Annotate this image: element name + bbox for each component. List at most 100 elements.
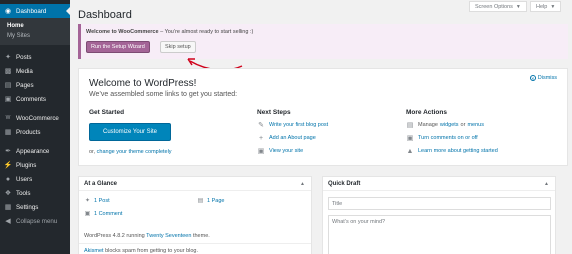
more-action-label: Turn comments on or off	[418, 135, 478, 141]
screen-options-button[interactable]: Screen Options ▼	[469, 1, 527, 12]
plugins-icon: ⚡	[3, 162, 13, 169]
akismet-note: Akismet blocks spam from getting to your…	[84, 248, 198, 254]
page-title: Dashboard	[78, 9, 132, 21]
draft-title-input[interactable]: Title	[328, 197, 551, 210]
next-step-item[interactable]: ▣ View your site	[257, 147, 303, 155]
widgets-link[interactable]: widgets	[440, 122, 459, 128]
sidebar-item-label: Settings	[16, 203, 39, 211]
glance-posts[interactable]: ✦ 1 Post	[84, 197, 110, 205]
or-prefix: or,	[89, 149, 97, 155]
panel-title: At a Glance	[84, 180, 118, 187]
help-label: Help	[536, 3, 548, 10]
sidebar-item-label: WooCommerce	[16, 114, 59, 122]
sidebar-item-pages[interactable]: ▤ Pages	[0, 78, 70, 92]
customize-your-site-button[interactable]: Customize Your Site	[89, 123, 171, 141]
sidebar-item-label: Tools	[16, 189, 31, 197]
pin-icon: ✦	[84, 198, 91, 204]
sidebar-item-media[interactable]: ▩ Media	[0, 64, 70, 78]
widgets-menus-icon: ▤	[406, 122, 414, 129]
change-theme-line: or, change your theme completely	[89, 149, 172, 155]
at-a-glance-header[interactable]: At a Glance ▲	[79, 177, 311, 191]
version-prefix: WordPress 4.8.2 running	[84, 233, 147, 239]
screen-options-label: Screen Options	[475, 3, 513, 10]
sidebar-item-appearance[interactable]: ✒ Appearance	[0, 144, 70, 158]
more-action-item[interactable]: ▣ Turn comments on or off	[406, 134, 478, 142]
version-suffix: theme.	[191, 233, 210, 239]
collapse-toggle-icon[interactable]: ▲	[544, 181, 549, 187]
glance-label: 1 Post	[94, 197, 110, 204]
glance-pages[interactable]: ▤ 1 Page	[197, 197, 225, 205]
skip-setup-button[interactable]: Skip setup	[160, 41, 196, 53]
akismet-text: blocks spam from getting to your blog.	[103, 248, 199, 254]
glance-comments[interactable]: ▣ 1 Comment	[84, 210, 123, 218]
change-theme-link[interactable]: change your theme completely	[97, 149, 172, 155]
appearance-icon: ✒	[5, 148, 11, 155]
sidebar-item-label: Pages	[16, 81, 34, 89]
pages-icon: ▤	[4, 82, 12, 89]
main-content: Screen Options ▼ Help ▼ Dashboard Welcom…	[70, 0, 572, 254]
wordpress-version: WordPress 4.8.2 running Twenty Seventeen…	[84, 233, 210, 239]
quick-draft-header[interactable]: Quick Draft ▲	[323, 177, 555, 191]
admin-sidebar: ◉ Dashboard Home My Sites ✦ Posts ▩ Medi…	[0, 0, 70, 254]
akismet-link[interactable]: Akismet	[84, 248, 104, 254]
help-button[interactable]: Help ▼	[530, 1, 562, 12]
sidebar-item-woocommerce[interactable]: W WooCommerce	[0, 111, 70, 125]
comments-icon: ▣	[4, 96, 12, 103]
at-a-glance-panel: At a Glance ▲ ✦ 1 Post ▤ 1 Page ▣ 1 Comm…	[78, 176, 312, 254]
woocommerce-icon: W	[5, 115, 11, 121]
sidebar-item-posts[interactable]: ✦ Posts	[0, 50, 70, 64]
sidebar-item-plugins[interactable]: ⚡ Plugins	[0, 158, 70, 172]
next-steps-heading: Next Steps	[257, 109, 291, 116]
media-icon: ▩	[4, 68, 12, 75]
sidebar-item-products[interactable]: ▦ Products	[0, 125, 70, 139]
quick-draft-panel: Quick Draft ▲ Title What’s on your mind?	[322, 176, 556, 254]
dashboard-submenu: Home My Sites	[0, 18, 70, 45]
sidebar-item-collapse[interactable]: ◀ Collapse menu	[0, 214, 70, 228]
manage-prefix: Manage	[418, 122, 438, 128]
sidebar-item-settings[interactable]: ▦ Settings	[0, 200, 70, 214]
sidebar-item-label: Appearance	[16, 147, 50, 155]
next-step-item[interactable]: + Add an About page	[257, 134, 316, 142]
view-site-icon: ▣	[257, 148, 265, 155]
welcome-subtitle: We’ve assembled some links to get you st…	[89, 91, 238, 98]
sidebar-subitem-my-sites[interactable]: My Sites	[0, 31, 70, 41]
settings-icon: ▦	[4, 204, 12, 211]
woocommerce-notice: Welcome to WooCommerce – You’re almost r…	[78, 24, 568, 59]
draft-content-textarea[interactable]: What’s on your mind?	[328, 215, 551, 254]
more-action-item[interactable]: ▲ Learn more about getting started	[406, 147, 498, 155]
sidebar-item-dashboard[interactable]: ◉ Dashboard	[0, 4, 70, 18]
sidebar-item-label: Comments	[16, 95, 46, 103]
glance-label: 1 Comment	[94, 210, 123, 217]
more-action-item: ▤ Manage widgets or menus	[406, 121, 484, 129]
next-step-item[interactable]: ✎ Write your first blog post	[257, 121, 328, 129]
collapse-toggle-icon[interactable]: ▲	[300, 181, 305, 187]
welcome-panel: Welcome to WordPress! We’ve assembled so…	[78, 68, 568, 166]
sidebar-item-tools[interactable]: ❖ Tools	[0, 186, 70, 200]
pin-icon: ✦	[5, 54, 11, 61]
run-setup-wizard-button[interactable]: Run the Setup Wizard	[86, 41, 150, 53]
sidebar-item-label: Products	[16, 128, 41, 136]
sidebar-item-label: Dashboard	[16, 7, 47, 15]
sidebar-subitem-home[interactable]: Home	[0, 21, 70, 31]
sidebar-item-label: Plugins	[16, 161, 37, 169]
next-step-label: Write your first blog post	[269, 122, 329, 128]
sidebar-item-users[interactable]: ● Users	[0, 172, 70, 186]
or-word: or	[460, 122, 466, 128]
sidebar-item-label: Users	[16, 175, 33, 183]
sidebar-item-comments[interactable]: ▣ Comments	[0, 92, 70, 106]
more-action-label: Learn more about getting started	[418, 148, 498, 154]
close-icon: ✕	[529, 75, 536, 81]
sidebar-item-label: Media	[16, 67, 33, 75]
panel-title: Quick Draft	[328, 180, 361, 187]
products-icon: ▦	[4, 129, 12, 136]
caret-down-icon: ▼	[550, 3, 556, 10]
comments-toggle-icon: ▣	[406, 135, 414, 142]
dismiss-link[interactable]: ✕ Dismiss	[529, 75, 557, 81]
more-actions-heading: More Actions	[406, 109, 447, 116]
menus-link[interactable]: menus	[467, 122, 484, 128]
dismiss-label: Dismiss	[537, 75, 557, 81]
theme-link[interactable]: Twenty Seventeen	[146, 233, 191, 239]
notice-message: Welcome to WooCommerce – You’re almost r…	[86, 29, 253, 35]
glance-label: 1 Page	[207, 197, 225, 204]
sidebar-item-label: Collapse menu	[16, 217, 58, 225]
